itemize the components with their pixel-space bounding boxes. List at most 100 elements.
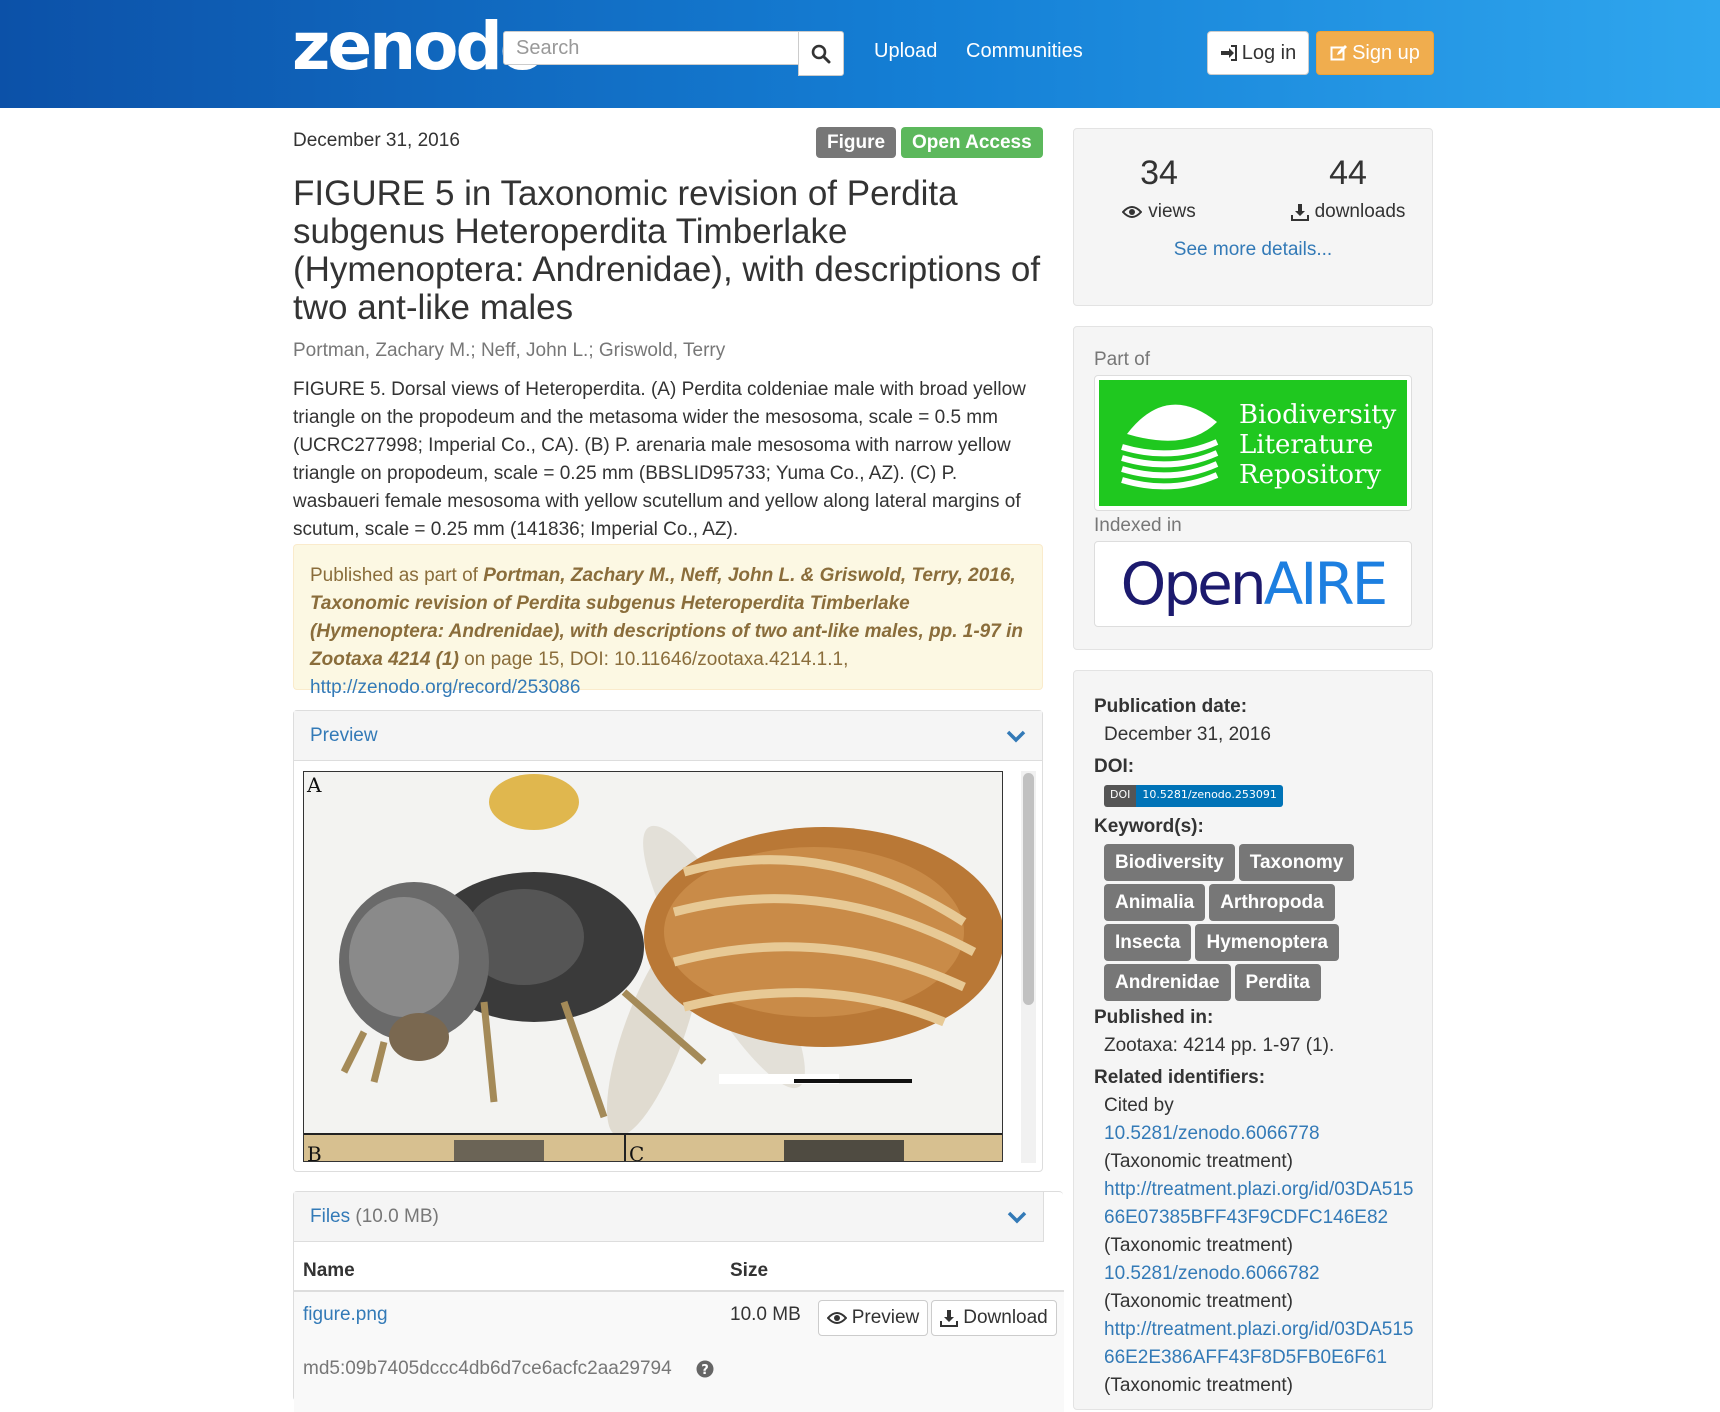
published-in-value: Zootaxa: 4214 pp. 1-97 (1). bbox=[1104, 1035, 1335, 1056]
search-button[interactable] bbox=[798, 31, 844, 76]
cited-by-label: Cited by bbox=[1104, 1095, 1174, 1116]
svg-text:?: ? bbox=[701, 1363, 709, 1378]
see-more-details-link[interactable]: See more details... bbox=[1074, 239, 1432, 261]
bhl-line-2: Literature bbox=[1239, 430, 1374, 460]
related-type: (Taxonomic treatment) bbox=[1104, 1291, 1294, 1312]
preview-panel-header[interactable]: Preview bbox=[294, 711, 1042, 761]
search-icon bbox=[811, 44, 831, 63]
panel-letter-b: B bbox=[307, 1142, 322, 1162]
badge-access: Open Access bbox=[901, 127, 1043, 158]
record-title: FIGURE 5 in Taxonomic revision of Perdit… bbox=[293, 174, 1041, 327]
bhl-line-1: Biodiversity bbox=[1239, 400, 1397, 430]
related-type: (Taxonomic treatment) bbox=[1104, 1151, 1294, 1172]
openaire-open-text: Open bbox=[1120, 550, 1267, 618]
preview-heading[interactable]: Preview bbox=[310, 725, 378, 747]
signup-label: Sign up bbox=[1352, 41, 1420, 64]
keyword-tag[interactable]: Insecta bbox=[1104, 924, 1192, 961]
views-label-wrap: views bbox=[1079, 201, 1239, 223]
top-navbar: zenodo Upload Communities Log in Sign up bbox=[0, 0, 1720, 108]
files-heading[interactable]: Files bbox=[310, 1206, 350, 1227]
bhl-community-card[interactable]: Biodiversity Literature Repository bbox=[1094, 375, 1412, 511]
openaire-card[interactable]: OpenAIRE bbox=[1094, 541, 1412, 627]
published-suffix: on page 15, DOI: 10.11646/zootaxa.4214.1… bbox=[458, 649, 849, 670]
file-size: 10.0 MB bbox=[730, 1304, 801, 1325]
nav-upload[interactable]: Upload bbox=[874, 40, 937, 63]
record-authors: Portman, Zachary M.; Neff, John L.; Gris… bbox=[293, 340, 726, 361]
indexed-in-label: Indexed in bbox=[1094, 515, 1182, 536]
files-total-size: (10.0 MB) bbox=[355, 1205, 439, 1227]
doi-badge-prefix: DOI bbox=[1104, 785, 1137, 807]
eye-icon bbox=[826, 1312, 847, 1324]
bee-figure: A B C bbox=[304, 772, 1002, 1162]
doi-label: DOI: bbox=[1094, 756, 1135, 777]
files-panel: Files (10.0 MB) Name Size figure.png 10.… bbox=[293, 1191, 1064, 1412]
panel-letter-a: A bbox=[306, 773, 322, 797]
downloads-label: downloads bbox=[1314, 201, 1406, 222]
published-as-part-note: Published as part of Portman, Zachary M.… bbox=[293, 544, 1043, 698]
figure-preview-image: A B C bbox=[303, 771, 1003, 1162]
openaire-aire-text: AIRE bbox=[1263, 550, 1389, 618]
login-label: Log in bbox=[1241, 41, 1297, 64]
preview-scrollbar[interactable] bbox=[1021, 771, 1036, 1163]
preview-panel: Preview A B C bbox=[293, 710, 1043, 1172]
keyword-tag[interactable]: Taxonomy bbox=[1238, 844, 1355, 881]
related-type: (Taxonomic treatment) bbox=[1104, 1375, 1294, 1396]
keyword-tag[interactable]: Andrenidae bbox=[1104, 964, 1231, 1001]
stats-box: 34 44 views downloads See more details..… bbox=[1073, 128, 1433, 306]
downloads-label-wrap: downloads bbox=[1268, 201, 1428, 223]
file-download-label: Download bbox=[963, 1307, 1048, 1328]
doi-badge-value: 10.5281/zenodo.253091 bbox=[1136, 785, 1283, 807]
question-circle-icon[interactable]: ? bbox=[696, 1360, 714, 1378]
keyword-tag[interactable]: Hymenoptera bbox=[1195, 924, 1339, 961]
files-panel-header[interactable]: Files (10.0 MB) bbox=[294, 1192, 1044, 1242]
table-row: figure.png 10.0 MB Preview Download md5:… bbox=[294, 1292, 1064, 1412]
doi-badge[interactable]: DOI 10.5281/zenodo.253091 bbox=[1094, 785, 1424, 807]
parent-record-link[interactable]: http://zenodo.org/record/253086 bbox=[310, 677, 580, 698]
downloads-count: 44 bbox=[1329, 154, 1367, 192]
keyword-tag[interactable]: Animalia bbox=[1104, 884, 1206, 921]
file-preview-button[interactable]: Preview bbox=[818, 1300, 928, 1336]
related-link[interactable]: http://treatment.plazi.org/id/03DA51566E… bbox=[1104, 1176, 1414, 1232]
eye-icon bbox=[1122, 206, 1143, 218]
file-md5: md5:09b7405dccc4db6d7ce6acfc2aa29794 bbox=[303, 1358, 672, 1379]
record-date: December 31, 2016 bbox=[293, 130, 460, 151]
metadata-box: Publication date: December 31, 2016 DOI:… bbox=[1073, 670, 1433, 1410]
edit-icon bbox=[1330, 45, 1348, 61]
signup-button[interactable]: Sign up bbox=[1316, 31, 1434, 75]
col-header-name: Name bbox=[303, 1260, 355, 1281]
published-prefix: Published as part of bbox=[310, 565, 484, 586]
views-count: 34 bbox=[1140, 154, 1178, 192]
related-link[interactable]: 10.5281/zenodo.6066778 bbox=[1104, 1120, 1414, 1148]
record-description: FIGURE 5. Dorsal views of Heteroperdita.… bbox=[293, 379, 1026, 540]
views-label: views bbox=[1148, 201, 1196, 222]
communities-box: Part of Biodiversity Literature Reposito… bbox=[1073, 326, 1433, 650]
file-download-button[interactable]: Download bbox=[931, 1300, 1057, 1336]
keyword-tag[interactable]: Biodiversity bbox=[1104, 844, 1235, 881]
keywords-list: Biodiversity Taxonomy Animalia Arthropoda In… bbox=[1094, 844, 1394, 1004]
bhl-logo: Biodiversity Literature Repository bbox=[1099, 380, 1407, 506]
keyword-tag[interactable]: Arthropoda bbox=[1209, 884, 1335, 921]
book-stack-icon bbox=[1121, 404, 1219, 490]
login-button[interactable]: Log in bbox=[1207, 31, 1309, 75]
pubdate-value: December 31, 2016 bbox=[1104, 724, 1271, 745]
file-preview-label: Preview bbox=[851, 1307, 920, 1328]
badge-resource-type: Figure bbox=[816, 127, 897, 158]
chevron-down-icon[interactable] bbox=[1007, 1210, 1027, 1224]
search-input[interactable] bbox=[503, 31, 799, 65]
panel-letter-c: C bbox=[629, 1142, 644, 1162]
related-link[interactable]: 10.5281/zenodo.6066782 bbox=[1104, 1260, 1414, 1288]
preview-scroll-thumb[interactable] bbox=[1023, 773, 1034, 1005]
related-link[interactable]: http://treatment.plazi.org/id/03DA51566E… bbox=[1104, 1316, 1414, 1372]
col-header-size: Size bbox=[730, 1260, 769, 1281]
download-icon bbox=[940, 1310, 959, 1327]
pubdate-label: Publication date: bbox=[1094, 696, 1248, 717]
bhl-line-3: Repository bbox=[1239, 460, 1382, 490]
related-type: (Taxonomic treatment) bbox=[1104, 1235, 1294, 1256]
related-identifiers-label: Related identifiers: bbox=[1094, 1067, 1266, 1088]
file-name-link[interactable]: figure.png bbox=[303, 1304, 388, 1326]
part-of-label: Part of bbox=[1094, 349, 1150, 370]
keyword-tag[interactable]: Perdita bbox=[1234, 964, 1321, 1001]
nav-communities[interactable]: Communities bbox=[966, 40, 1083, 63]
sign-in-icon bbox=[1220, 45, 1237, 61]
chevron-down-icon[interactable] bbox=[1006, 729, 1026, 743]
